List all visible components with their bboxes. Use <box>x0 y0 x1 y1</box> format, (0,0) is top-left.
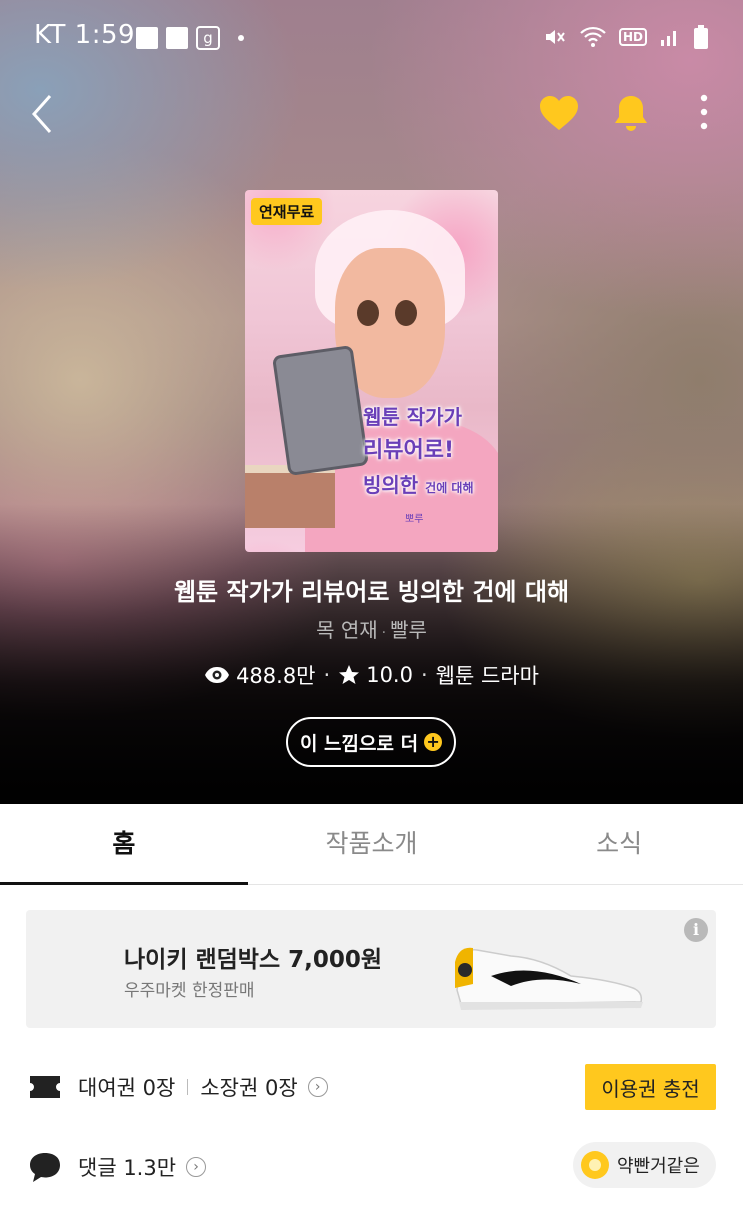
cover-title: 웹툰 작가가 리뷰어로! 빙의한 건에 대해 <box>363 400 493 505</box>
ad-title: 나이키 랜덤박스 7,000원 <box>124 947 383 973</box>
more-like-this-label: 이 느낌으로 더 <box>299 732 419 755</box>
mute-icon <box>545 30 565 44</box>
bell-icon[interactable] <box>612 92 650 134</box>
comment-count: 댓글 1.3만 <box>78 1156 177 1180</box>
charge-ticket-button[interactable]: 이용권 충전 <box>585 1064 716 1110</box>
carrier-time: KT 1:59 <box>34 20 136 50</box>
owned-ticket-count: 소장권 0장 <box>200 1076 298 1100</box>
commenter-name: 약빤거같은 <box>617 1156 700 1177</box>
genre-text: 웹툰 드라마 <box>435 664 539 688</box>
ad-info-icon[interactable]: i <box>684 918 708 942</box>
author-text: 빨루 <box>390 618 427 642</box>
g-app-icon: g <box>196 26 220 50</box>
ticket-icon <box>30 1076 60 1098</box>
chevron-right-icon[interactable]: › <box>186 1157 207 1177</box>
comic-meta: 목 연재 · 빨루 <box>316 618 427 642</box>
sneaker-image <box>455 947 643 1010</box>
cover-title-line: 리뷰어로! <box>363 438 454 463</box>
eye-icon <box>205 667 230 683</box>
schedule-text: 목 연재 <box>316 618 378 642</box>
comment-bubble-icon <box>30 1153 60 1182</box>
cover-art-tablet <box>271 344 370 477</box>
notification-icon <box>136 27 158 49</box>
cover-title-word: 빙의한 <box>363 473 419 497</box>
cover-credit: 뽀루 <box>405 514 424 525</box>
cover-art-eye <box>357 300 379 326</box>
hd-voice-icon: HD <box>618 28 647 46</box>
battery-icon <box>694 25 708 49</box>
tab-news[interactable]: 소식 <box>495 804 743 884</box>
cover-art-books <box>245 465 335 528</box>
cover-art-eye <box>395 300 417 326</box>
free-serial-badge: 연재무료 <box>251 198 323 225</box>
tab-bar: 홈 작품소개 소식 <box>0 804 743 885</box>
coin-avatar-icon <box>581 1151 609 1179</box>
back-arrow-icon[interactable] <box>28 92 56 136</box>
tab-home[interactable]: 홈 <box>0 804 248 885</box>
views-count: 488.8만 <box>236 664 316 688</box>
comic-title: 웹툰 작가가 리뷰어로 빙의한 건에 대해 <box>173 578 570 606</box>
wifi-icon <box>580 26 606 47</box>
ad-subtitle: 우주마켓 한정판매 <box>124 981 255 1001</box>
more-notifications-dot-icon <box>238 35 244 41</box>
more-options-icon[interactable] <box>692 94 716 134</box>
ticket-row: 대여권 0장 소장권 0장 › <box>28 1065 328 1109</box>
ad-banner[interactable]: 나이키 랜덤박스 7,000원 우주마켓 한정판매 i <box>26 910 716 1028</box>
tab-introduction[interactable]: 작품소개 <box>248 804 496 884</box>
comment-row[interactable]: 댓글 1.3만 › <box>28 1145 207 1189</box>
heart-icon[interactable] <box>538 94 580 132</box>
system-icons: HD <box>543 24 709 50</box>
notification-icon <box>166 27 188 49</box>
top-commenter-chip[interactable]: 약빤거같은 <box>573 1142 716 1188</box>
cover-title-line: 웹툰 작가가 <box>363 405 462 429</box>
notification-icons: g <box>136 26 244 50</box>
chevron-right-icon[interactable]: › <box>307 1077 328 1097</box>
cover-title-line: 빙의한 건에 대해 <box>363 468 493 505</box>
plus-circle-icon: + <box>424 733 443 751</box>
star-icon <box>339 665 360 684</box>
comic-cover-image[interactable]: 연재무료 웹툰 작가가 리뷰어로! 빙의한 건에 대해 뽀루 <box>245 190 498 552</box>
rental-ticket-count: 대여권 0장 <box>78 1076 176 1100</box>
cover-title-small: 건에 대해 <box>425 481 474 495</box>
signal-icon <box>661 31 676 46</box>
top-bar <box>0 80 743 150</box>
comic-stats: 488.8만 · 10.0 · 웹툰 드라마 <box>0 660 743 690</box>
more-like-this-button[interactable]: 이 느낌으로 더 + <box>286 717 456 767</box>
status-bar: KT 1:59 g HD <box>0 0 743 74</box>
rating-value: 10.0 <box>366 663 413 687</box>
